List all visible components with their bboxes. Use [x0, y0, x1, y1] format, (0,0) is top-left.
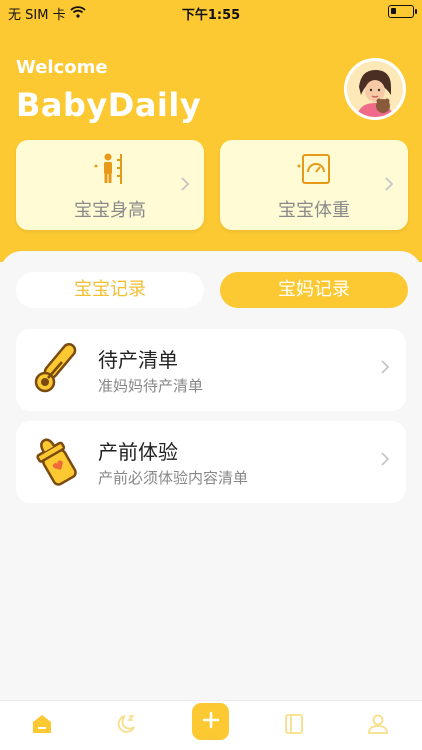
- weight-card-label: 宝宝体重: [278, 200, 350, 221]
- list-item-birth-checklist[interactable]: 待产清单 准妈妈待产清单: [16, 329, 406, 411]
- book-icon: [284, 713, 304, 739]
- chevron-right-icon: [180, 176, 190, 197]
- thermometer-icon: [32, 343, 82, 399]
- nav-book[interactable]: [274, 709, 314, 743]
- add-button[interactable]: [192, 703, 229, 740]
- battery-level: [391, 8, 396, 14]
- baby-bottle-icon: [32, 435, 82, 491]
- nav-profile[interactable]: [358, 709, 398, 743]
- chevron-right-icon: [384, 176, 394, 197]
- height-measure-icon: [92, 152, 128, 190]
- bottom-nav: [0, 700, 422, 750]
- height-card-label: 宝宝身高: [74, 200, 146, 221]
- status-bar: 无 SIM 卡 下午1:55: [0, 0, 422, 24]
- list-item-prenatal-experience[interactable]: 产前体验 产前必须体验内容清单: [16, 421, 406, 503]
- weight-scale-icon: [296, 152, 332, 190]
- chevron-right-icon: [380, 451, 390, 472]
- nav-home[interactable]: [22, 709, 62, 743]
- height-card[interactable]: 宝宝身高: [16, 140, 204, 230]
- list-item-subtitle: 产前必须体验内容清单: [98, 469, 249, 487]
- app-title: BabyDaily: [16, 86, 202, 124]
- chevron-right-icon: [380, 359, 390, 380]
- nav-sleep[interactable]: [106, 709, 146, 743]
- weight-card[interactable]: 宝宝体重: [220, 140, 408, 230]
- list-item-title: 产前体验: [98, 440, 178, 464]
- list-item-subtitle: 准妈妈待产清单: [98, 377, 204, 395]
- moon-sleep-icon: [115, 713, 137, 739]
- add-icon: [202, 711, 220, 733]
- list-item-title: 待产清单: [98, 348, 178, 372]
- avatar-mother-baby-icon: [347, 61, 403, 117]
- home-icon: [31, 713, 53, 739]
- status-time: 下午1:55: [181, 8, 241, 23]
- tab-baby-records[interactable]: 宝宝记录: [16, 272, 204, 308]
- welcome-label: Welcome: [16, 57, 108, 78]
- battery-icon: [388, 5, 417, 18]
- user-icon: [367, 713, 389, 739]
- tab-mom-records[interactable]: 宝妈记录: [220, 272, 408, 308]
- avatar[interactable]: [344, 58, 406, 120]
